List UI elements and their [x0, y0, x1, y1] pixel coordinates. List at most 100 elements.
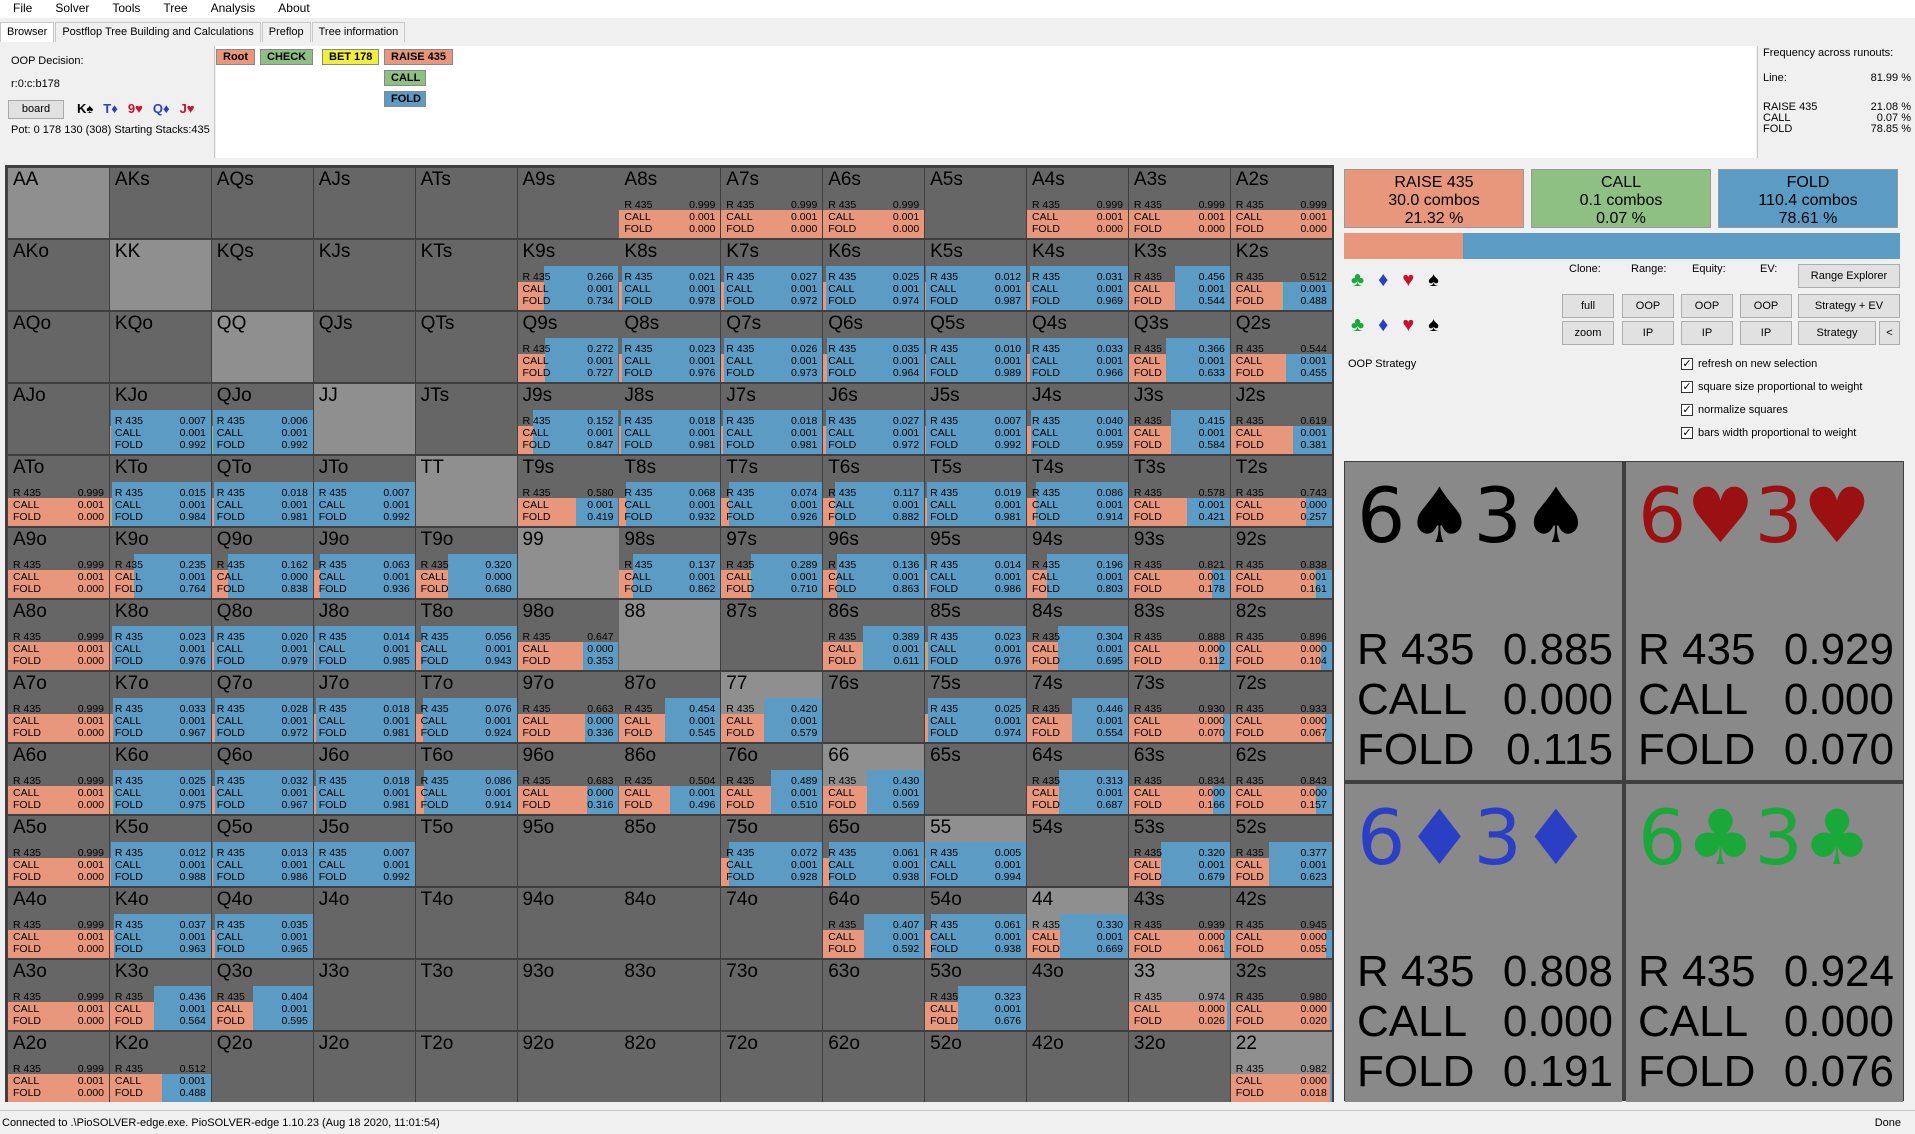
hand-cell[interactable]: 97s R 435 0.289 CALL 0.001 FOLD 0.710 [721, 528, 823, 598]
hand-cell[interactable]: K5o R 435 0.012 CALL 0.001 FOLD 0.988 [109, 816, 211, 886]
hand-cell[interactable]: 64s R 435 0.313 CALL 0.001 FOLD 0.687 [1027, 744, 1128, 814]
hand-cell[interactable]: KQo [109, 312, 211, 382]
hand-cell[interactable]: 64o R 435 0.407 CALL 0.001 FOLD 0.592 [823, 888, 925, 958]
hand-cell[interactable]: K8s R 435 0.021 CALL 0.001 FOLD 0.978 [619, 240, 721, 310]
hand-cell[interactable]: Q6s R 435 0.035 CALL 0.001 FOLD 0.964 [823, 312, 925, 382]
hand-cell[interactable]: A8o R 435 0.999 CALL 0.001 FOLD 0.000 [8, 600, 109, 670]
hand-cell[interactable]: K2o R 435 0.512 CALL 0.001 FOLD 0.488 [109, 1032, 211, 1102]
hand-cell[interactable]: QJo R 435 0.006 CALL 0.001 FOLD 0.992 [211, 384, 313, 454]
hand-cell[interactable]: 63s R 435 0.834 CALL 0.000 FOLD 0.166 [1128, 744, 1230, 814]
hand-cell[interactable]: T2s R 435 0.743 CALL 0.000 FOLD 0.257 [1230, 456, 1332, 526]
hand-cell[interactable]: K3o R 435 0.436 CALL 0.001 FOLD 0.564 [109, 960, 211, 1030]
hand-cell[interactable]: 83o [619, 960, 721, 1030]
diamond-icon[interactable]: ♦ [1378, 314, 1388, 337]
hand-cell[interactable]: AQo [8, 312, 109, 382]
hand-cell[interactable]: Q5s R 435 0.010 CALL 0.001 FOLD 0.989 [925, 312, 1027, 382]
hand-cell[interactable]: K9s R 435 0.266 CALL 0.001 FOLD 0.734 [517, 240, 619, 310]
hand-cell[interactable]: T3o [415, 960, 517, 1030]
tree-node-call[interactable]: CALL [384, 70, 426, 86]
hand-cell[interactable]: 32s R 435 0.980 CALL 0.000 FOLD 0.020 [1230, 960, 1332, 1030]
hand-cell[interactable]: K6o R 435 0.025 CALL 0.001 FOLD 0.975 [109, 744, 211, 814]
hand-cell[interactable]: QQ [211, 312, 313, 382]
hand-cell[interactable]: 87s [721, 600, 823, 670]
hand-cell[interactable]: 62s R 435 0.843 CALL 0.000 FOLD 0.157 [1230, 744, 1332, 814]
hand-cell[interactable]: Q3o R 435 0.404 CALL 0.001 FOLD 0.595 [211, 960, 313, 1030]
tree-node-fold[interactable]: FOLD [384, 91, 426, 107]
option-checkbox[interactable]: ✓ bars width proportional to weight [1681, 427, 1856, 439]
hand-cell[interactable]: 82s R 435 0.896 CALL 0.000 FOLD 0.104 [1230, 600, 1332, 670]
hand-cell[interactable]: 73o [721, 960, 823, 1030]
hand-cell[interactable]: 32o [1128, 1032, 1230, 1102]
hand-cell[interactable]: A4s R 435 0.999 CALL 0.001 FOLD 0.000 [1027, 168, 1128, 238]
hand-cell[interactable]: 42s R 435 0.945 CALL 0.000 FOLD 0.055 [1230, 888, 1332, 958]
tree-node-bet[interactable]: BET 178 [322, 49, 380, 65]
hand-cell[interactable]: A2s R 435 0.999 CALL 0.001 FOLD 0.000 [1230, 168, 1332, 238]
hand-cell[interactable]: J2s R 435 0.619 CALL 0.001 FOLD 0.381 [1230, 384, 1332, 454]
hand-cell[interactable]: 77 R 435 0.420 CALL 0.001 FOLD 0.579 [721, 672, 823, 742]
range-oop-button[interactable]: OOP [1622, 294, 1674, 318]
strategy-ev-button[interactable]: Strategy + EV [1798, 294, 1900, 318]
hand-cell[interactable]: 33 R 435 0.974 CALL 0.000 FOLD 0.026 [1128, 960, 1230, 1030]
tab-2[interactable]: Preflop [261, 22, 311, 42]
hand-cell[interactable]: Q8o R 435 0.020 CALL 0.001 FOLD 0.979 [211, 600, 313, 670]
tab-0[interactable]: Browser [0, 22, 55, 42]
menu-tools[interactable]: Tools [99, 0, 150, 18]
hand-cell[interactable]: 82o [619, 1032, 721, 1102]
option-checkbox[interactable]: ✓ refresh on new selection [1681, 358, 1817, 370]
hand-cell[interactable]: 62o [823, 1032, 925, 1102]
hand-cell[interactable]: AKo [8, 240, 109, 310]
hand-cell[interactable]: J7o R 435 0.018 CALL 0.001 FOLD 0.981 [313, 672, 415, 742]
hand-cell[interactable]: A7o R 435 0.999 CALL 0.001 FOLD 0.000 [8, 672, 109, 742]
hand-cell[interactable]: K4o R 435 0.037 CALL 0.001 FOLD 0.963 [109, 888, 211, 958]
hand-cell[interactable]: 75s R 435 0.025 CALL 0.001 FOLD 0.974 [925, 672, 1027, 742]
option-checkbox[interactable]: ✓ normalize squares [1681, 404, 1788, 416]
hand-cell[interactable]: J6o R 435 0.018 CALL 0.001 FOLD 0.981 [313, 744, 415, 814]
hand-cell[interactable]: 22 R 435 0.982 CALL 0.000 FOLD 0.018 [1230, 1032, 1332, 1102]
hand-cell[interactable]: T7s R 435 0.074 CALL 0.001 FOLD 0.926 [721, 456, 823, 526]
hand-cell[interactable]: KTo R 435 0.015 CALL 0.001 FOLD 0.984 [109, 456, 211, 526]
hand-cell[interactable]: 93s R 435 0.821 CALL 0.001 FOLD 0.178 [1128, 528, 1230, 598]
hand-cell[interactable]: 85o [619, 816, 721, 886]
hand-cell[interactable]: Q5o R 435 0.013 CALL 0.001 FOLD 0.986 [211, 816, 313, 886]
checkbox-icon[interactable]: ✓ [1681, 404, 1693, 416]
combo-detail[interactable]: 6♠3♠ R 435 0.885 CALL 0.000 FOLD 0.115 [1345, 462, 1622, 780]
tree-node-check[interactable]: CHECK [260, 49, 314, 65]
hand-cell[interactable]: J5s R 435 0.007 CALL 0.001 FOLD 0.992 [925, 384, 1027, 454]
hand-cell[interactable]: AQs [211, 168, 313, 238]
hand-cell[interactable]: 53s R 435 0.320 CALL 0.001 FOLD 0.679 [1128, 816, 1230, 886]
hand-cell[interactable]: K7s R 435 0.027 CALL 0.001 FOLD 0.972 [721, 240, 823, 310]
back-button[interactable]: < [1879, 321, 1900, 345]
hand-cell[interactable]: T5o [415, 816, 517, 886]
tab-1[interactable]: Postflop Tree Building and Calculations [55, 22, 261, 42]
club-icon[interactable]: ♣ [1351, 269, 1364, 292]
hand-cell[interactable]: T7o R 435 0.076 CALL 0.001 FOLD 0.924 [415, 672, 517, 742]
hand-cell[interactable]: AA [8, 168, 109, 238]
hand-cell[interactable]: QJs [313, 312, 415, 382]
tab-3[interactable]: Tree information [311, 22, 406, 42]
hand-cell[interactable]: 44 R 435 0.330 CALL 0.001 FOLD 0.669 [1027, 888, 1128, 958]
ev-ip-button[interactable]: IP [1740, 321, 1792, 345]
hand-cell[interactable]: Q9s R 435 0.272 CALL 0.001 FOLD 0.727 [517, 312, 619, 382]
hand-cell[interactable]: J9o R 435 0.063 CALL 0.001 FOLD 0.936 [313, 528, 415, 598]
hand-cell[interactable]: Q9o R 435 0.162 CALL 0.000 FOLD 0.838 [211, 528, 313, 598]
hand-cell[interactable]: 65s [925, 744, 1027, 814]
hand-cell[interactable]: 52o [925, 1032, 1027, 1102]
hand-cell[interactable]: 95s R 435 0.014 CALL 0.001 FOLD 0.986 [925, 528, 1027, 598]
hand-cell[interactable]: A2o R 435 0.999 CALL 0.001 FOLD 0.000 [8, 1032, 109, 1102]
menu-analysis[interactable]: Analysis [198, 0, 266, 18]
hand-cell[interactable]: 85s R 435 0.023 CALL 0.001 FOLD 0.976 [925, 600, 1027, 670]
combo-detail[interactable]: 6♦3♦ R 435 0.808 CALL 0.000 FOLD 0.191 [1345, 784, 1622, 1102]
range-explorer-button[interactable]: Range Explorer [1798, 264, 1900, 288]
hand-cell[interactable]: J2o [313, 1032, 415, 1102]
full-button[interactable]: full [1562, 294, 1614, 318]
hand-cell[interactable]: KJo R 435 0.007 CALL 0.001 FOLD 0.992 [109, 384, 211, 454]
menu-file[interactable]: File [0, 0, 42, 18]
hand-cell[interactable]: 97o R 435 0.663 CALL 0.000 FOLD 0.336 [517, 672, 619, 742]
ev-oop-button[interactable]: OOP [1740, 294, 1792, 318]
hand-cell[interactable]: A3s R 435 0.999 CALL 0.001 FOLD 0.000 [1128, 168, 1230, 238]
hand-cell[interactable]: 65o R 435 0.061 CALL 0.001 FOLD 0.938 [823, 816, 925, 886]
hand-cell[interactable]: K9o R 435 0.235 CALL 0.001 FOLD 0.764 [109, 528, 211, 598]
menu-about[interactable]: About [265, 0, 319, 18]
hand-cell[interactable]: 72s R 435 0.933 CALL 0.000 FOLD 0.067 [1230, 672, 1332, 742]
hand-cell[interactable]: K3s R 435 0.456 CALL 0.001 FOLD 0.544 [1128, 240, 1230, 310]
